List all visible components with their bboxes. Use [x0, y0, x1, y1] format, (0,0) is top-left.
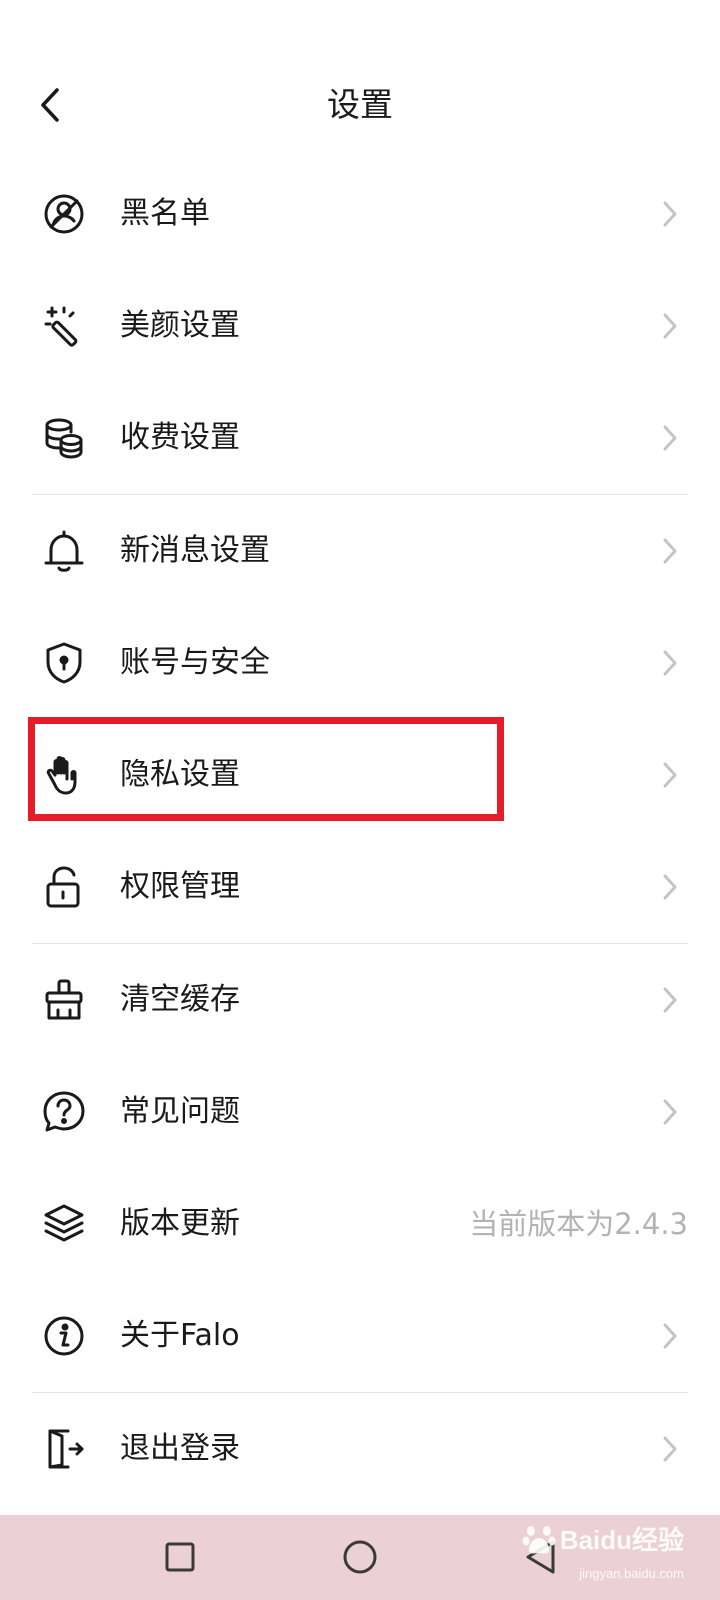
settings-item-label: 新消息设置 [120, 533, 270, 568]
settings-item-label: 版本更新 [120, 1206, 240, 1241]
paw-icon [522, 1525, 556, 1553]
settings-item-notifications[interactable]: 新消息设置 [0, 495, 720, 607]
chevron-right-icon [660, 760, 680, 790]
broom-icon [42, 978, 86, 1022]
settings-item-label: 权限管理 [120, 869, 240, 904]
settings-item-logout[interactable]: 退出登录 [0, 1393, 720, 1505]
blacklist-icon [42, 192, 86, 236]
unlock-icon [42, 865, 86, 909]
current-version-text: 当前版本为2.4.3 [469, 1207, 688, 1241]
chevron-right-icon [660, 199, 680, 229]
settings-item-privacy[interactable]: 隐私设置 [0, 719, 720, 831]
chevron-right-icon [660, 1321, 680, 1351]
top-bar: 设置 [0, 60, 720, 150]
settings-item-version-update[interactable]: 版本更新 当前版本为2.4.3 [0, 1168, 720, 1280]
baidu-watermark: Baidu经验 jingyan.baidu.com [522, 1520, 684, 1581]
circle-icon [343, 1540, 377, 1574]
chevron-right-icon [660, 985, 680, 1015]
chevron-right-icon [660, 423, 680, 453]
home-button[interactable] [338, 1535, 382, 1579]
chevron-right-icon [660, 311, 680, 341]
watermark-url: jingyan.baidu.com [579, 1566, 684, 1581]
magic-wand-icon [42, 304, 86, 348]
settings-item-label: 美颜设置 [120, 308, 240, 343]
page-title: 设置 [327, 85, 393, 124]
chevron-right-icon [660, 1097, 680, 1127]
settings-item-label: 黑名单 [120, 196, 210, 231]
settings-item-label: 收费设置 [120, 420, 240, 455]
chevron-right-icon [660, 1434, 680, 1464]
settings-item-about[interactable]: 关于Falo [0, 1280, 720, 1392]
settings-item-clear-cache[interactable]: 清空缓存 [0, 944, 720, 1056]
settings-item-permissions[interactable]: 权限管理 [0, 831, 720, 943]
recents-button[interactable] [158, 1535, 202, 1579]
settings-item-account-security[interactable]: 账号与安全 [0, 607, 720, 719]
settings-item-faq[interactable]: 常见问题 [0, 1056, 720, 1168]
settings-item-beauty[interactable]: 美颜设置 [0, 270, 720, 382]
settings-item-fee[interactable]: 收费设置 [0, 382, 720, 494]
bell-icon [42, 529, 86, 573]
info-icon [42, 1314, 86, 1358]
coins-icon [42, 416, 86, 460]
chevron-right-icon [660, 536, 680, 566]
settings-item-label: 隐私设置 [120, 757, 240, 792]
settings-item-label: 退出登录 [120, 1431, 240, 1466]
settings-list: 黑名单 美颜设置 收费设置 新消息设置 账号与安全 隐私设置 权限管理 清空缓存… [0, 158, 720, 1505]
logout-icon [42, 1427, 86, 1471]
settings-item-label: 常见问题 [120, 1094, 240, 1129]
watermark-brand: Baidu经验 [559, 1525, 684, 1555]
square-icon [165, 1542, 195, 1572]
question-icon [42, 1090, 86, 1134]
settings-item-label: 清空缓存 [120, 982, 240, 1017]
settings-item-label: 账号与安全 [120, 645, 270, 680]
chevron-right-icon [660, 872, 680, 902]
layers-icon [42, 1202, 86, 1246]
settings-item-blacklist[interactable]: 黑名单 [0, 158, 720, 270]
chevron-right-icon [660, 648, 680, 678]
hand-icon [42, 753, 86, 797]
shield-icon [42, 641, 86, 685]
settings-item-label: 关于Falo [120, 1318, 240, 1353]
